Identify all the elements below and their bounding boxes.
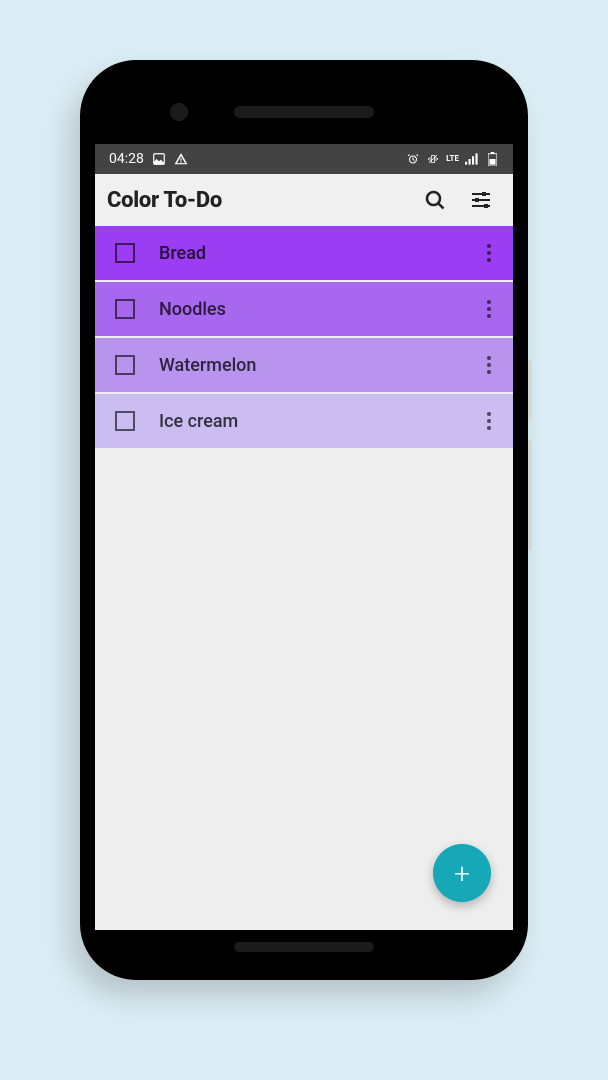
battery-icon — [485, 152, 499, 166]
status-right: LTE — [406, 152, 499, 166]
checkbox[interactable] — [115, 355, 135, 375]
add-button[interactable]: + — [433, 844, 491, 902]
todo-label: Ice cream — [159, 411, 479, 432]
phone-home-bar — [234, 942, 374, 952]
todo-item[interactable]: Noodles — [95, 282, 513, 336]
phone-camera — [170, 103, 188, 121]
tune-button[interactable] — [467, 186, 495, 214]
status-time: 04:28 — [109, 151, 144, 167]
checkbox[interactable] — [115, 299, 135, 319]
app-title: Color To-Do — [107, 188, 222, 213]
warning-icon — [174, 152, 188, 166]
checkbox[interactable] — [115, 243, 135, 263]
alarm-icon — [406, 152, 420, 166]
app-bar-actions — [421, 186, 501, 214]
todo-label: Bread — [159, 243, 479, 264]
phone-speaker — [234, 106, 374, 118]
todo-item[interactable]: Ice cream — [95, 394, 513, 448]
search-button[interactable] — [421, 186, 449, 214]
more-button[interactable] — [479, 244, 499, 262]
plus-icon: + — [454, 857, 470, 890]
more-button[interactable] — [479, 412, 499, 430]
status-bar: 04:28 — [95, 144, 513, 174]
status-left: 04:28 — [109, 151, 188, 167]
search-icon — [423, 188, 447, 212]
todo-label: Noodles — [159, 299, 479, 320]
phone-body: 04:28 — [80, 60, 528, 980]
todo-item[interactable]: Bread — [95, 226, 513, 280]
app-screen: 04:28 — [95, 144, 513, 930]
checkbox[interactable] — [115, 411, 135, 431]
signal-icon — [465, 152, 479, 166]
tune-icon — [469, 188, 493, 212]
network-type: LTE — [446, 155, 459, 163]
more-button[interactable] — [479, 300, 499, 318]
todo-label: Watermelon — [159, 355, 479, 376]
image-icon — [152, 152, 166, 166]
phone-mock: 04:28 — [80, 60, 528, 980]
app-bar: Color To-Do — [95, 174, 513, 226]
phone-inner: 04:28 — [90, 70, 518, 970]
more-button[interactable] — [479, 356, 499, 374]
todo-list: Bread Noodles Watermelon Ice cream — [95, 226, 513, 448]
vibrate-icon — [426, 152, 440, 166]
todo-item[interactable]: Watermelon — [95, 338, 513, 392]
